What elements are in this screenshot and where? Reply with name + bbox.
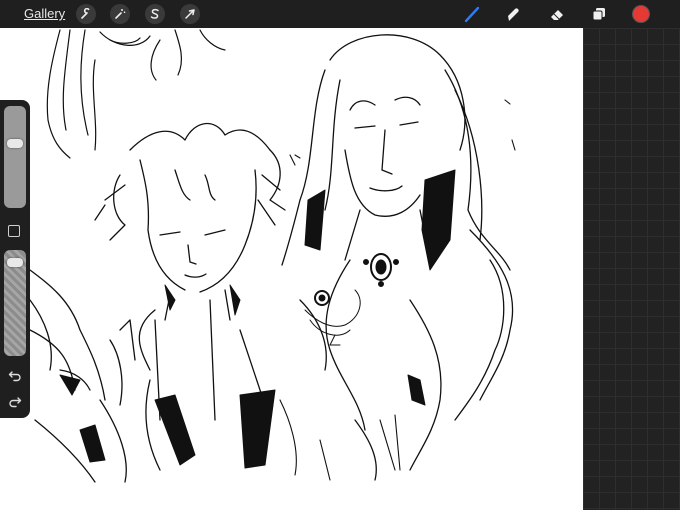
opacity-slider[interactable] (4, 250, 26, 356)
brush-size-slider[interactable] (4, 106, 26, 208)
modify-square-icon[interactable] (8, 225, 20, 237)
brush-size-thumb[interactable] (7, 139, 23, 149)
eraser-icon[interactable] (547, 4, 567, 24)
smudge-icon[interactable] (503, 4, 523, 24)
top-toolbar: Gallery (0, 0, 680, 28)
brush-icon[interactable] (462, 4, 482, 24)
drawing-canvas[interactable] (0, 28, 583, 510)
magic-wand-icon[interactable] (110, 4, 130, 24)
color-picker-swatch[interactable] (632, 5, 650, 23)
selection-s-icon[interactable] (145, 4, 165, 24)
wrench-icon[interactable] (76, 4, 96, 24)
undo-icon[interactable] (7, 368, 23, 384)
sketch-artwork (29, 29, 516, 483)
layers-icon[interactable] (589, 4, 609, 24)
redo-icon[interactable] (7, 394, 23, 410)
transform-arrow-icon[interactable] (180, 4, 200, 24)
workspace-background (583, 28, 680, 510)
gallery-link[interactable]: Gallery (24, 6, 65, 21)
opacity-thumb[interactable] (7, 257, 23, 267)
left-sidebar (0, 100, 30, 418)
